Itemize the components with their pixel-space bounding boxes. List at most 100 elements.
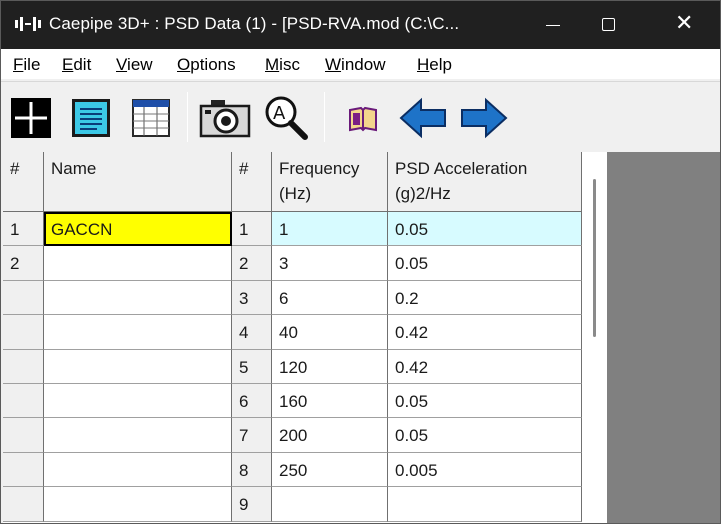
psd-cell-text: 0.05 bbox=[395, 426, 429, 445]
psd-cell[interactable]: 0.05 bbox=[388, 212, 582, 246]
name-cell[interactable] bbox=[44, 384, 232, 418]
zoom-tool-button[interactable]: A bbox=[263, 96, 308, 140]
menu-bar: File Edit View Options Misc Window Help bbox=[1, 49, 720, 79]
document-tool-button[interactable] bbox=[69, 96, 113, 140]
left-row-number bbox=[3, 350, 44, 384]
menu-file[interactable]: File bbox=[13, 55, 40, 75]
right-row-number: 9 bbox=[232, 487, 272, 522]
psd-cell[interactable]: 0.42 bbox=[388, 350, 582, 384]
close-button[interactable]: ✕ bbox=[651, 1, 715, 49]
right-row-number-text: 7 bbox=[239, 426, 249, 445]
frequency-cell-text: 160 bbox=[279, 392, 308, 411]
psd-data-grid: # Name # Frequency (Hz) PSD Acceleration… bbox=[3, 152, 607, 523]
name-cell[interactable] bbox=[44, 350, 232, 384]
right-row-number: 6 bbox=[232, 384, 272, 418]
frequency-header: Frequency (Hz) bbox=[272, 152, 388, 212]
name-cell[interactable] bbox=[44, 246, 232, 281]
right-num-header: # bbox=[232, 152, 272, 212]
right-row-number: 1 bbox=[232, 212, 272, 246]
toolbar: A bbox=[1, 81, 720, 151]
table-tool-button[interactable] bbox=[129, 96, 173, 140]
zoom-icon: A bbox=[265, 96, 308, 140]
menu-help[interactable]: Help bbox=[417, 55, 452, 75]
frequency-cell-text: 200 bbox=[279, 426, 308, 445]
name-cell[interactable] bbox=[44, 315, 232, 350]
frequency-cell[interactable]: 120 bbox=[272, 350, 388, 384]
psd-cell-text: 0.05 bbox=[395, 254, 429, 273]
psd-cell[interactable]: 0.05 bbox=[388, 384, 582, 418]
frequency-cell[interactable]: 1 bbox=[272, 212, 388, 246]
frequency-cell-text: 120 bbox=[279, 358, 308, 377]
forward-button[interactable] bbox=[460, 96, 510, 140]
right-row-number: 3 bbox=[232, 281, 272, 315]
right-row-number: 8 bbox=[232, 453, 272, 487]
camera-tool-button[interactable] bbox=[199, 96, 251, 140]
right-row-number: 7 bbox=[232, 418, 272, 453]
frequency-cell[interactable]: 160 bbox=[272, 384, 388, 418]
left-row-number: 2 bbox=[3, 246, 44, 281]
left-row-number bbox=[3, 384, 44, 418]
name-header: Name bbox=[44, 152, 232, 212]
name-cell[interactable] bbox=[44, 418, 232, 453]
right-row-number-text: 5 bbox=[239, 358, 249, 377]
frequency-cell[interactable]: 6 bbox=[272, 281, 388, 315]
menu-misc[interactable]: Misc bbox=[265, 55, 300, 75]
empty-client-area bbox=[607, 152, 720, 523]
book-tool-button[interactable] bbox=[341, 96, 385, 140]
psd-cell[interactable]: 0.005 bbox=[388, 453, 582, 487]
menu-options[interactable]: Options bbox=[177, 55, 236, 75]
psd-cell-text: 0.42 bbox=[395, 323, 429, 342]
name-cell[interactable] bbox=[44, 453, 232, 487]
psd-cell[interactable]: 0.05 bbox=[388, 246, 582, 281]
right-row-number-text: 9 bbox=[239, 495, 249, 514]
psd-cell[interactable]: 0.05 bbox=[388, 418, 582, 453]
psd-cell[interactable]: 0.2 bbox=[388, 281, 582, 315]
menu-view[interactable]: View bbox=[116, 55, 153, 75]
name-cell[interactable] bbox=[44, 487, 232, 522]
frequency-cell[interactable]: 250 bbox=[272, 453, 388, 487]
psd-cell[interactable] bbox=[388, 487, 582, 522]
psd-cell[interactable]: 0.42 bbox=[388, 315, 582, 350]
menu-edit[interactable]: Edit bbox=[62, 55, 91, 75]
left-num-header: # bbox=[3, 152, 44, 212]
right-row-number: 5 bbox=[232, 350, 272, 384]
name-cell[interactable] bbox=[44, 281, 232, 315]
frequency-cell-text: 1 bbox=[279, 220, 289, 239]
right-row-number-text: 8 bbox=[239, 461, 249, 480]
frequency-cell[interactable] bbox=[272, 487, 388, 522]
vertical-scrollbar[interactable] bbox=[593, 179, 596, 337]
arrow-right-icon bbox=[461, 97, 508, 139]
left-row-number bbox=[3, 453, 44, 487]
window-title: Caepipe 3D+ : PSD Data (1) - [PSD-RVA.mo… bbox=[49, 14, 460, 33]
left-row-number bbox=[3, 487, 44, 522]
right-row-number-text: 1 bbox=[239, 220, 249, 239]
title-bar[interactable]: Caepipe 3D+ : PSD Data (1) - [PSD-RVA.mo… bbox=[1, 1, 720, 49]
book-icon bbox=[349, 106, 377, 132]
psd-cell-text: 0.05 bbox=[395, 220, 429, 239]
minimize-icon bbox=[546, 25, 560, 26]
back-button[interactable] bbox=[399, 96, 449, 140]
psd-acceleration-header: PSD Acceleration (g)2/Hz bbox=[388, 152, 582, 212]
frequency-cell-text: 250 bbox=[279, 461, 308, 480]
frequency-cell[interactable]: 3 bbox=[272, 246, 388, 281]
frequency-cell-text: 40 bbox=[279, 323, 298, 342]
name-cell-selected[interactable]: GACCN bbox=[44, 212, 232, 246]
menu-window[interactable]: Window bbox=[325, 55, 385, 75]
arrow-left-icon bbox=[399, 97, 446, 139]
right-row-number: 2 bbox=[232, 246, 272, 281]
right-row-number-text: 4 bbox=[239, 323, 249, 342]
right-row-number-text: 6 bbox=[239, 392, 249, 411]
left-row-number-text: 2 bbox=[10, 254, 20, 273]
psd-cell-text: 0.005 bbox=[395, 461, 438, 480]
svg-text:A: A bbox=[273, 103, 286, 124]
left-row-number bbox=[3, 418, 44, 453]
crosshair-tool-button[interactable] bbox=[9, 96, 53, 140]
frequency-cell[interactable]: 40 bbox=[272, 315, 388, 350]
maximize-button[interactable] bbox=[577, 1, 641, 49]
frequency-cell[interactable]: 200 bbox=[272, 418, 388, 453]
table-icon bbox=[132, 99, 170, 137]
psd-cell-text: 0.05 bbox=[395, 392, 429, 411]
psd-cell-text: 0.42 bbox=[395, 358, 429, 377]
app-icon bbox=[15, 17, 41, 31]
left-row-number: 1 bbox=[3, 212, 44, 246]
